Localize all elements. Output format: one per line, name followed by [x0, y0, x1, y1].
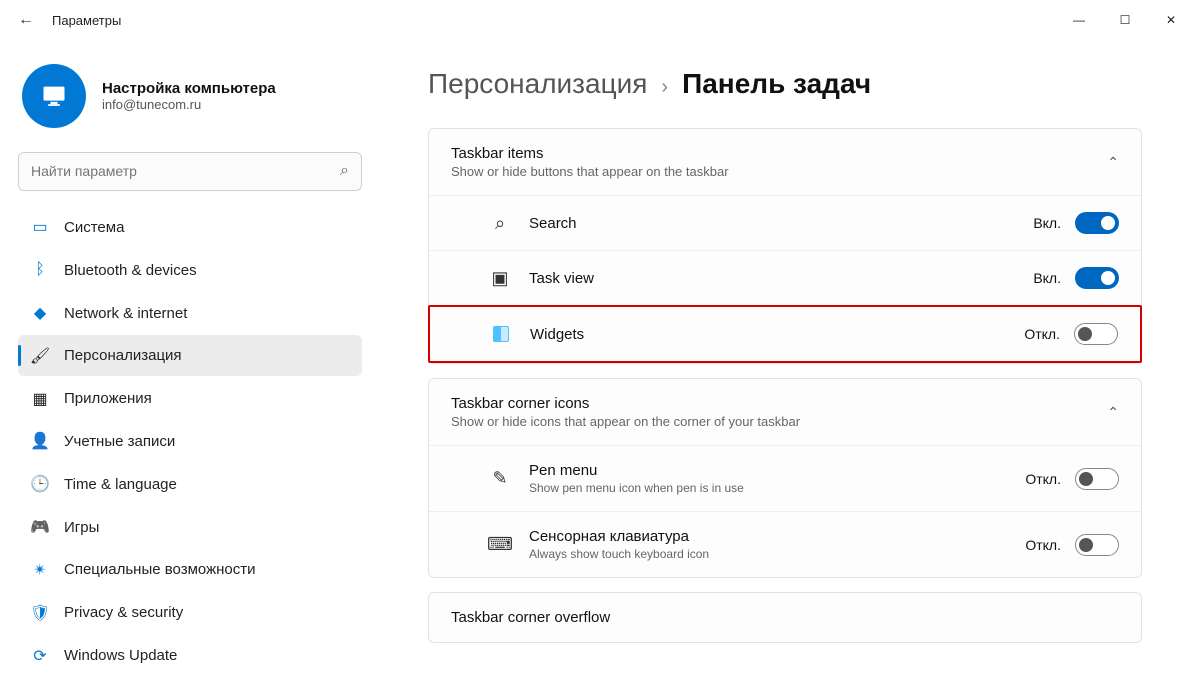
card-title: Taskbar corner overflow [451, 609, 610, 626]
card-subtitle: Show or hide icons that appear on the co… [451, 414, 800, 429]
nav-item-time[interactable]: 🕒 Time & language [18, 464, 362, 505]
wifi-icon: ◆ [30, 303, 50, 323]
search-icon: ⌕ [489, 213, 511, 234]
pen-toggle[interactable] [1075, 468, 1119, 490]
row-sub: Show pen menu icon when pen is in use [529, 481, 744, 495]
keyboard-icon: ⌨ [489, 534, 511, 555]
taskview-toggle[interactable] [1075, 267, 1119, 289]
titlebar: ← Параметры ― ☐ ✕ [0, 0, 1200, 40]
chevron-up-icon: ⌃ [1107, 404, 1119, 421]
nav-label: Специальные возможности [64, 561, 256, 578]
taskbar-items-card: Taskbar items Show or hide buttons that … [428, 128, 1142, 364]
row-label: Сенсорная клавиатура [529, 528, 709, 545]
main-panel: Персонализация › Панель задач Taskbar it… [380, 40, 1200, 676]
accessibility-icon: ✴ [30, 560, 50, 580]
state-label: Откл. [1025, 471, 1061, 487]
shield-icon: 🛡 [30, 603, 50, 623]
state-label: Откл. [1024, 326, 1060, 342]
nav-item-gaming[interactable]: 🎮 Игры [18, 507, 362, 548]
chevron-up-icon: ⌃ [1107, 154, 1119, 171]
search-box[interactable]: ⌕ [18, 152, 362, 191]
nav-label: Windows Update [64, 647, 177, 664]
breadcrumb: Персонализация › Панель задач [428, 68, 1142, 100]
window-controls: ― ☐ ✕ [1056, 4, 1194, 36]
nav-item-bluetooth[interactable]: ᛒ Bluetooth & devices [18, 250, 362, 291]
window-title: Параметры [52, 13, 121, 28]
widgets-toggle[interactable] [1074, 323, 1118, 345]
search-toggle[interactable] [1075, 212, 1119, 234]
corner-icons-header[interactable]: Taskbar corner icons Show or hide icons … [429, 379, 1141, 445]
pen-icon: ✎ [489, 468, 511, 489]
nav-label: Персонализация [64, 347, 182, 364]
nav-list: ▭ Система ᛒ Bluetooth & devices ◆ Networ… [18, 207, 362, 676]
person-icon: 👤 [30, 431, 50, 451]
widgets-icon [490, 326, 512, 342]
chevron-right-icon: › [661, 76, 668, 99]
nav-label: Приложения [64, 390, 152, 407]
corner-overflow-card: Taskbar corner overflow [428, 592, 1142, 643]
search-icon: ⌕ [340, 162, 349, 180]
profile-email: info@tunecom.ru [102, 97, 276, 112]
nav-item-network[interactable]: ◆ Network & internet [18, 293, 362, 334]
row-sub: Always show touch keyboard icon [529, 547, 709, 561]
row-label: Task view [529, 270, 594, 287]
taskbar-item-taskview: ▣ Task view Вкл. [429, 250, 1141, 305]
nav-item-accounts[interactable]: 👤 Учетные записи [18, 421, 362, 462]
profile[interactable]: Настройка компьютера info@tunecom.ru [18, 56, 362, 144]
maximize-button[interactable]: ☐ [1102, 4, 1148, 36]
bluetooth-icon: ᛒ [30, 260, 50, 280]
card-subtitle: Show or hide buttons that appear on the … [451, 164, 729, 179]
nav-label: Network & internet [64, 305, 187, 322]
taskview-icon: ▣ [489, 268, 511, 289]
corner-overflow-header[interactable]: Taskbar corner overflow [429, 593, 1141, 642]
apps-icon: ▦ [30, 389, 50, 409]
state-label: Вкл. [1033, 215, 1061, 231]
avatar [22, 64, 86, 128]
corner-icon-pen: ✎ Pen menu Show pen menu icon when pen i… [429, 445, 1141, 511]
row-label: Pen menu [529, 462, 744, 479]
row-label: Widgets [530, 326, 584, 343]
close-button[interactable]: ✕ [1148, 4, 1194, 36]
sidebar: Настройка компьютера info@tunecom.ru ⌕ ▭… [0, 40, 380, 676]
corner-icons-card: Taskbar corner icons Show or hide icons … [428, 378, 1142, 578]
nav-label: Privacy & security [64, 604, 183, 621]
clock-icon: 🕒 [30, 474, 50, 494]
profile-name: Настройка компьютера [102, 80, 276, 97]
monitor-icon [40, 82, 68, 110]
nav-label: Bluetooth & devices [64, 262, 197, 279]
nav-item-update[interactable]: ⟳ Windows Update [18, 635, 362, 676]
taskbar-item-search: ⌕ Search Вкл. [429, 195, 1141, 250]
brush-icon: 🖌 [30, 346, 50, 366]
breadcrumb-current: Панель задач [682, 68, 871, 100]
system-icon: ▭ [30, 217, 50, 237]
nav-label: Система [64, 219, 124, 236]
nav-label: Игры [64, 519, 99, 536]
taskbar-items-header[interactable]: Taskbar items Show or hide buttons that … [429, 129, 1141, 195]
nav-label: Time & language [64, 476, 177, 493]
keyboard-toggle[interactable] [1075, 534, 1119, 556]
breadcrumb-parent[interactable]: Персонализация [428, 68, 647, 100]
search-input[interactable] [31, 163, 317, 179]
taskbar-item-widgets: Widgets Откл. [428, 305, 1142, 363]
nav-label: Учетные записи [64, 433, 175, 450]
state-label: Откл. [1025, 537, 1061, 553]
settings-window: ← Параметры ― ☐ ✕ Настройка компьютера i… [0, 0, 1200, 676]
nav-item-system[interactable]: ▭ Система [18, 207, 362, 248]
card-title: Taskbar items [451, 145, 729, 162]
update-icon: ⟳ [30, 646, 50, 666]
minimize-button[interactable]: ― [1056, 4, 1102, 36]
row-label: Search [529, 215, 577, 232]
corner-icon-keyboard: ⌨ Сенсорная клавиатура Always show touch… [429, 511, 1141, 577]
gamepad-icon: 🎮 [30, 517, 50, 537]
nav-item-accessibility[interactable]: ✴ Специальные возможности [18, 549, 362, 590]
nav-item-personalization[interactable]: 🖌 Персонализация [18, 335, 362, 376]
state-label: Вкл. [1033, 270, 1061, 286]
card-title: Taskbar corner icons [451, 395, 800, 412]
nav-item-privacy[interactable]: 🛡 Privacy & security [18, 592, 362, 633]
nav-item-apps[interactable]: ▦ Приложения [18, 378, 362, 419]
back-button[interactable]: ← [18, 11, 34, 29]
